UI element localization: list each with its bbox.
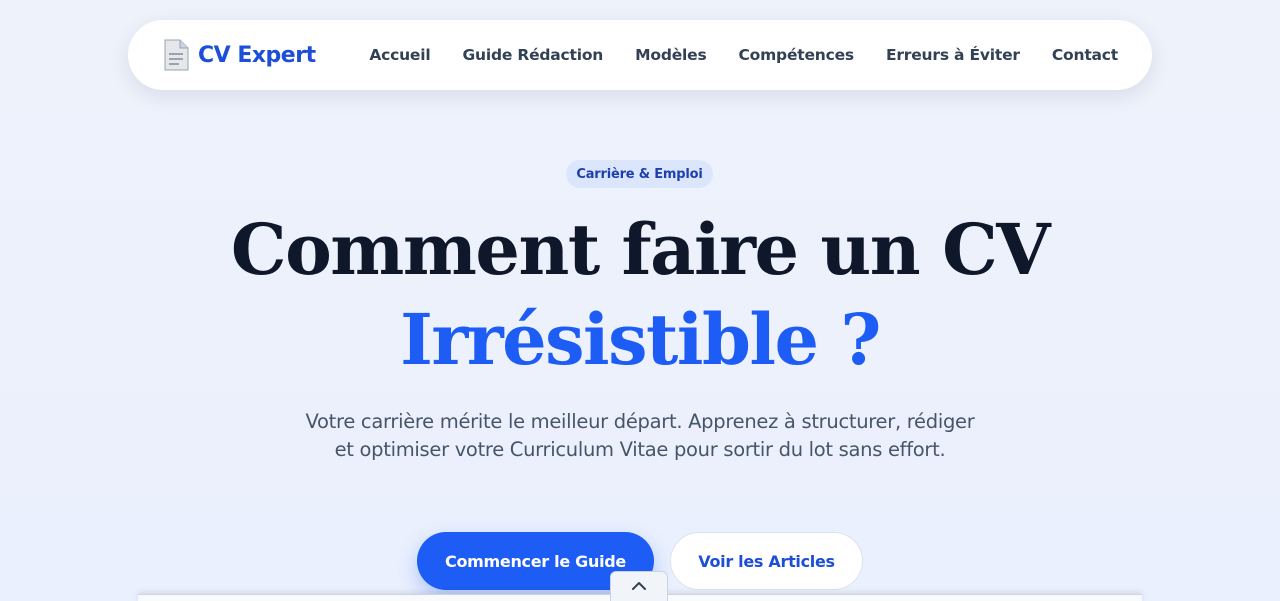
top-navbar: CV Expert Accueil Guide Rédaction Modèle… (128, 20, 1152, 90)
scroll-toggle-button[interactable] (610, 571, 668, 601)
nav-link-modeles[interactable]: Modèles (635, 46, 707, 64)
chevron-up-icon (631, 578, 647, 596)
nav-link-accueil[interactable]: Accueil (369, 46, 430, 64)
nav-link-guide-redaction[interactable]: Guide Rédaction (462, 46, 603, 64)
hero-title-line2: Irrésistible ? (400, 298, 881, 381)
logo[interactable]: CV Expert (162, 39, 316, 71)
nav-link-competences[interactable]: Compétences (738, 46, 854, 64)
nav-link-erreurs[interactable]: Erreurs à Éviter (886, 46, 1020, 64)
document-icon (162, 39, 190, 71)
category-badge: Carrière & Emploi (566, 160, 713, 188)
view-articles-button[interactable]: Voir les Articles (670, 532, 863, 590)
hero-subtitle: Votre carrière mérite le meilleur départ… (305, 410, 975, 461)
nav-link-contact[interactable]: Contact (1052, 46, 1118, 64)
hero-title-line1: Comment faire un CV (230, 208, 1051, 291)
logo-text: CV Expert (198, 42, 316, 68)
nav-links: Accueil Guide Rédaction Modèles Compéten… (369, 46, 1118, 64)
